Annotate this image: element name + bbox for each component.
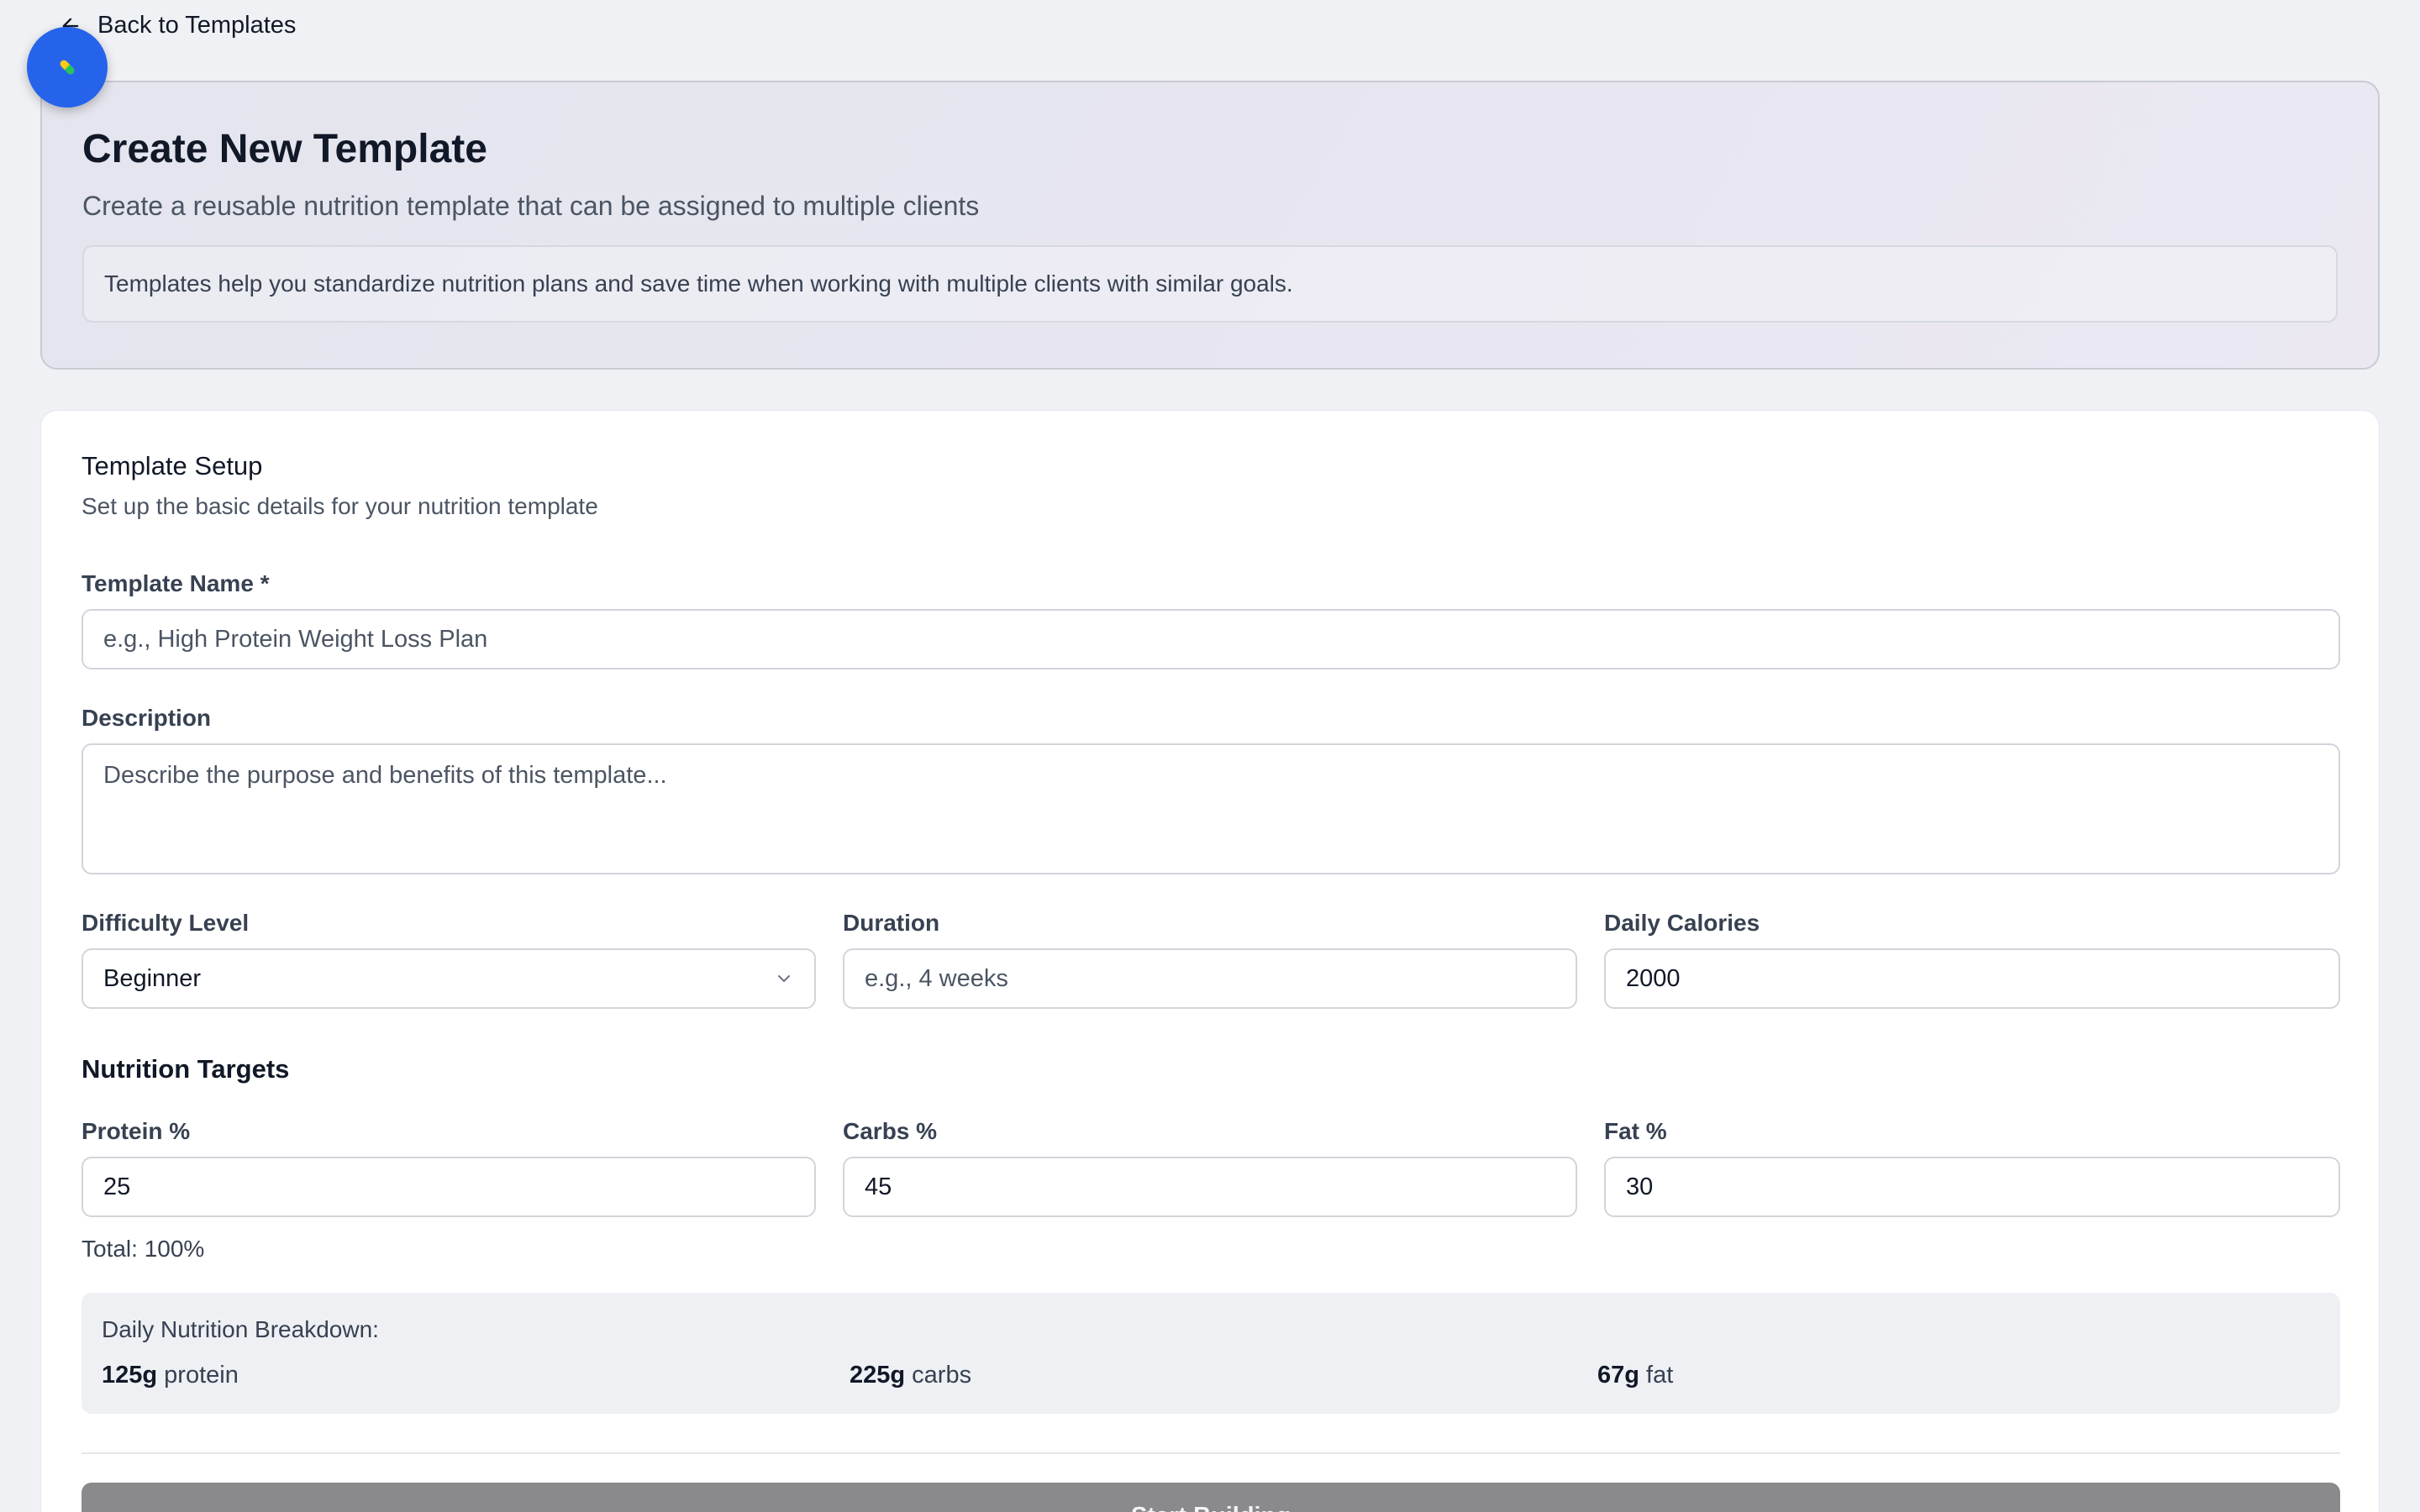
nutrition-targets-title: Nutrition Targets	[82, 1054, 290, 1084]
duration-label: Duration	[843, 910, 940, 936]
page-subtitle: Create a reusable nutrition template tha…	[82, 191, 980, 221]
pill-icon	[60, 60, 75, 75]
chevron-down-icon	[778, 975, 790, 983]
difficulty-select[interactable]: Beginner	[82, 948, 816, 1009]
carbs-percent-input[interactable]	[843, 1157, 1577, 1217]
template-name-label: Template Name *	[82, 570, 270, 596]
breakdown-title: Daily Nutrition Breakdown:	[102, 1316, 379, 1342]
page-header: Create New Template Create a reusable nu…	[40, 81, 2380, 370]
back-to-templates-link[interactable]: Back to Templates	[59, 12, 296, 39]
protein-percent-input[interactable]	[82, 1157, 816, 1217]
info-banner-text: Templates help you standardize nutrition…	[104, 270, 1293, 297]
difficulty-label: Difficulty Level	[82, 910, 250, 936]
carbs-amount: 225g	[850, 1362, 906, 1389]
carbs-unit: carbs	[912, 1362, 972, 1389]
card-title: Template Setup	[82, 451, 263, 480]
duration-input[interactable]	[843, 948, 1577, 1009]
info-banner: Templates help you standardize nutrition…	[82, 245, 2338, 323]
breakdown-fat: 67g fat	[1597, 1362, 1673, 1389]
fat-label: Fat %	[1604, 1118, 1667, 1144]
protein-label: Protein %	[82, 1118, 191, 1144]
page-title: Create New Template	[82, 127, 487, 171]
description-textarea[interactable]	[82, 743, 2340, 874]
back-link-label: Back to Templates	[97, 12, 297, 39]
daily-calories-input[interactable]	[1604, 948, 2340, 1009]
protein-unit: protein	[164, 1362, 239, 1389]
daily-nutrition-breakdown: Daily Nutrition Breakdown: 125g protein …	[82, 1293, 2340, 1414]
start-building-button[interactable]: Start Building	[82, 1483, 2340, 1512]
fat-unit: fat	[1646, 1362, 1674, 1389]
breakdown-protein: 125g protein	[102, 1362, 239, 1389]
template-name-input[interactable]	[82, 609, 2340, 669]
daily-calories-label: Daily Calories	[1604, 910, 1760, 936]
protein-amount: 125g	[102, 1362, 158, 1389]
description-label: Description	[82, 705, 212, 731]
fat-percent-input[interactable]	[1604, 1157, 2340, 1217]
divider	[82, 1452, 2340, 1454]
template-setup-card: Template Setup Set up the basic details …	[40, 410, 2380, 1512]
fat-amount: 67g	[1597, 1362, 1639, 1389]
macro-total: Total: 100%	[82, 1236, 205, 1262]
floating-action-button[interactable]	[27, 27, 108, 108]
carbs-label: Carbs %	[843, 1118, 938, 1144]
breakdown-carbs: 225g carbs	[850, 1362, 971, 1389]
card-subtitle: Set up the basic details for your nutrit…	[82, 493, 598, 519]
difficulty-value: Beginner	[103, 964, 202, 992]
